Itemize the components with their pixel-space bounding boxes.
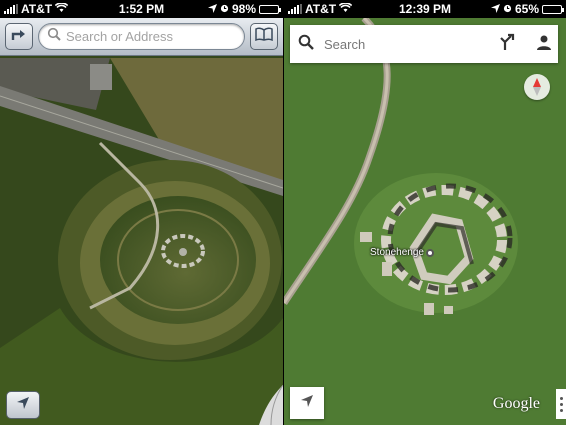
current-location-button[interactable]: [290, 387, 324, 419]
place-label-text: Stonehenge: [370, 247, 424, 258]
search-input[interactable]: [66, 29, 236, 44]
left-phone-screen: AT&T 1:52 PM 98%: [0, 0, 283, 425]
search-icon: [47, 27, 61, 46]
wifi-icon: [338, 2, 353, 16]
carrier-label: AT&T: [305, 2, 337, 16]
more-button[interactable]: [556, 389, 566, 419]
directions-button[interactable]: [5, 23, 33, 50]
map-imagery: [0, 18, 283, 425]
page-curl-button[interactable]: [251, 384, 283, 425]
search-field[interactable]: [38, 23, 245, 50]
alarm-icon: [220, 2, 229, 16]
compass-icon: [533, 78, 541, 96]
google-search-bar: [290, 25, 558, 63]
signal-icon: [4, 4, 18, 14]
bookmarks-icon: [255, 27, 273, 46]
satellite-map[interactable]: Stonehenge: [284, 18, 566, 425]
account-icon: [537, 35, 551, 50]
location-arrow-icon: [16, 396, 30, 415]
google-logo: Google: [492, 395, 540, 412]
signal-icon: [288, 4, 302, 14]
search-input[interactable]: [324, 36, 500, 52]
status-bar: AT&T 12:39 PM 65%: [284, 0, 566, 18]
battery-icon: [259, 4, 281, 14]
compass-button[interactable]: [524, 74, 550, 100]
map-imagery: [284, 18, 566, 425]
directions-icon: [500, 33, 515, 50]
more-icon: [559, 396, 563, 412]
place-pin-icon: [425, 248, 434, 257]
battery-percent: 65%: [514, 2, 539, 16]
location-arrow-icon: [300, 394, 314, 413]
current-location-button[interactable]: [6, 391, 40, 419]
page-curl-icon: [259, 384, 283, 425]
satellite-map[interactable]: [0, 18, 283, 425]
battery-icon: [542, 4, 564, 14]
wifi-icon: [54, 2, 69, 16]
carrier-label: AT&T: [21, 2, 53, 16]
alarm-icon: [503, 2, 512, 16]
ios-maps-toolbar: [0, 18, 283, 56]
bookmarks-button[interactable]: [250, 23, 278, 50]
right-phone-screen: AT&T 12:39 PM 65% Stonehenge Search Goog…: [284, 0, 566, 425]
search-icon: [298, 34, 314, 55]
battery-percent: 98%: [231, 2, 256, 16]
directions-button[interactable]: [500, 33, 516, 56]
place-label[interactable]: Stonehenge: [370, 247, 434, 258]
status-bar: AT&T 1:52 PM 98%: [0, 0, 283, 18]
location-services-icon: [207, 2, 217, 16]
account-button[interactable]: [536, 34, 552, 55]
location-services-icon: [490, 2, 500, 16]
directions-icon: [11, 27, 27, 46]
